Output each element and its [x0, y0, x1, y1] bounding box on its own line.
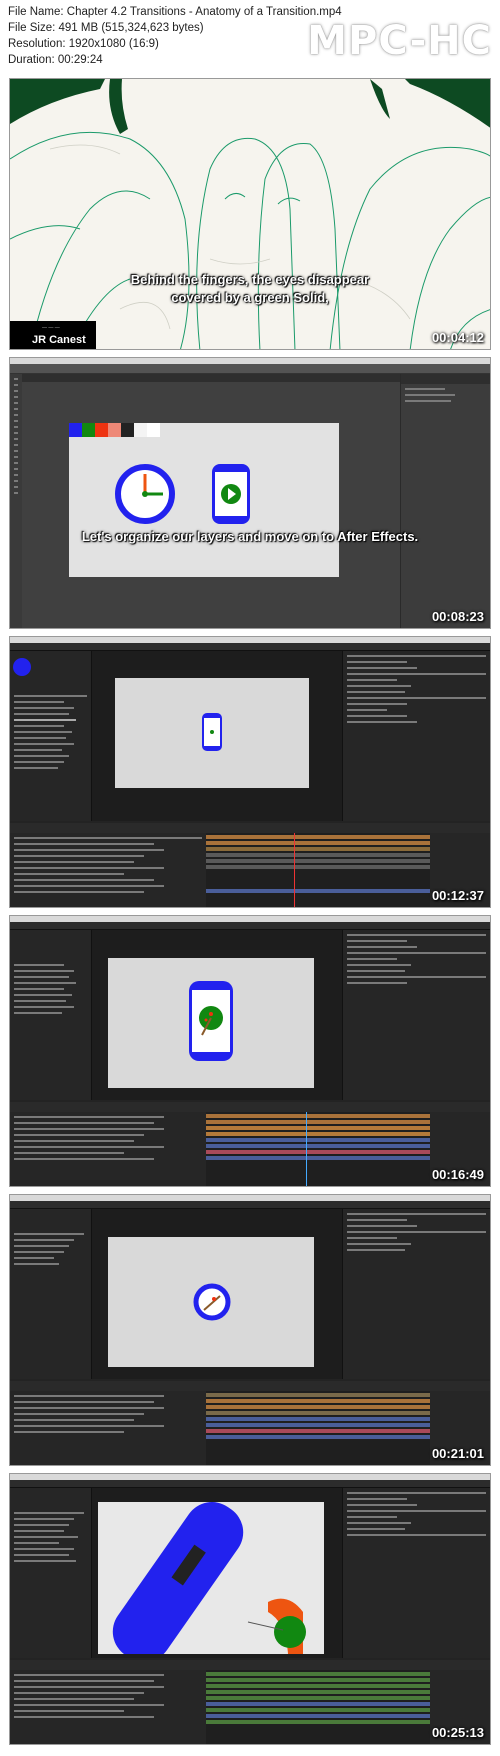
author-sublabel: — — — [42, 325, 60, 331]
file-info: File Name: Chapter 4.2 Transitions - Ana… [8, 4, 342, 68]
clock-icon [115, 464, 175, 524]
phone-icon [202, 713, 222, 751]
effects-panel [342, 1488, 490, 1658]
layer-list [10, 1391, 206, 1465]
document-tabs [22, 374, 400, 382]
zoomed-phone-tree [98, 1502, 324, 1654]
clock-tree-icon [193, 1283, 231, 1321]
file-name: File Name: Chapter 4.2 Transitions - Ana… [8, 6, 342, 18]
artboard [69, 423, 339, 577]
thumbnail-4[interactable]: 00:16:49 [9, 915, 491, 1187]
project-thumbnail [13, 658, 31, 676]
timeline-panel [10, 823, 490, 907]
thumbnail-1[interactable]: Behind the fingers, the eyes disappear c… [9, 78, 491, 350]
timestamp: 00:12:37 [431, 888, 484, 903]
subtitle: Let's organize our layers and move on to… [10, 528, 490, 546]
timestamp: 00:16:49 [431, 1167, 484, 1182]
duration: Duration: 00:29:24 [8, 54, 103, 66]
composition-viewer [92, 930, 342, 1100]
thumbnail-2[interactable]: Let's organize our layers and move on to… [9, 357, 491, 629]
track-area [206, 1112, 430, 1186]
timeline-panel [10, 1381, 490, 1465]
tool-bar [10, 922, 490, 930]
timestamp: 00:08:23 [431, 609, 484, 624]
project-panel [10, 1488, 92, 1658]
effects-panel [342, 651, 490, 821]
subtitle-line-1: Behind the fingers, the eyes disappear [130, 272, 370, 287]
layer-list [10, 833, 206, 907]
thumbnail-5[interactable]: 00:21:01 [9, 1194, 491, 1466]
phone-tree-icon [189, 981, 233, 1061]
effects-panel [342, 1209, 490, 1379]
tool-bar [10, 643, 490, 651]
comp-canvas [115, 678, 309, 788]
track-area [206, 1391, 430, 1465]
composition-viewer [92, 1488, 342, 1658]
tool-bar [10, 1480, 490, 1488]
timestamp: 00:25:13 [431, 1725, 484, 1740]
subtitle-line-2: covered by a green Solid, [171, 290, 329, 305]
composition-viewer [92, 651, 342, 821]
subtitle: Behind the fingers, the eyes disappear c… [10, 271, 490, 307]
timestamp: 00:04:12 [431, 330, 484, 345]
track-area [206, 1670, 430, 1744]
phone-play-icon [212, 464, 250, 524]
project-panel [10, 930, 92, 1100]
subtitle-line-1: Let's organize our layers and move on to… [81, 529, 419, 544]
thumbnail-6[interactable]: 00:25:13 [9, 1473, 491, 1745]
mpc-hc-logo: MPC-HC [307, 18, 492, 64]
track-area [206, 833, 430, 907]
timestamp: 00:21:01 [431, 1446, 484, 1461]
hands-illustration [10, 79, 490, 349]
author-lower-third: — — — JR Canest [10, 321, 96, 349]
thumbnail-3[interactable]: 00:12:37 [9, 636, 491, 908]
layer-list [10, 1112, 206, 1186]
composition-viewer [92, 1209, 342, 1379]
timeline-panel [10, 1660, 490, 1744]
author-name: JR Canest [32, 334, 86, 346]
layers-panel [400, 374, 490, 628]
layer-list [10, 1670, 206, 1744]
project-panel [10, 1209, 92, 1379]
tool-bar [10, 1201, 490, 1209]
comp-canvas [108, 1237, 314, 1367]
options-bar [10, 364, 490, 374]
color-swatches [69, 423, 169, 437]
project-panel [10, 651, 92, 821]
file-size: File Size: 491 MB (515,324,623 bytes) [8, 22, 204, 34]
tools-panel [10, 374, 22, 628]
timeline-panel [10, 1102, 490, 1186]
comp-canvas [108, 958, 314, 1088]
effects-panel [342, 930, 490, 1100]
resolution: Resolution: 1920x1080 (16:9) [8, 38, 159, 50]
comp-canvas [98, 1502, 324, 1654]
